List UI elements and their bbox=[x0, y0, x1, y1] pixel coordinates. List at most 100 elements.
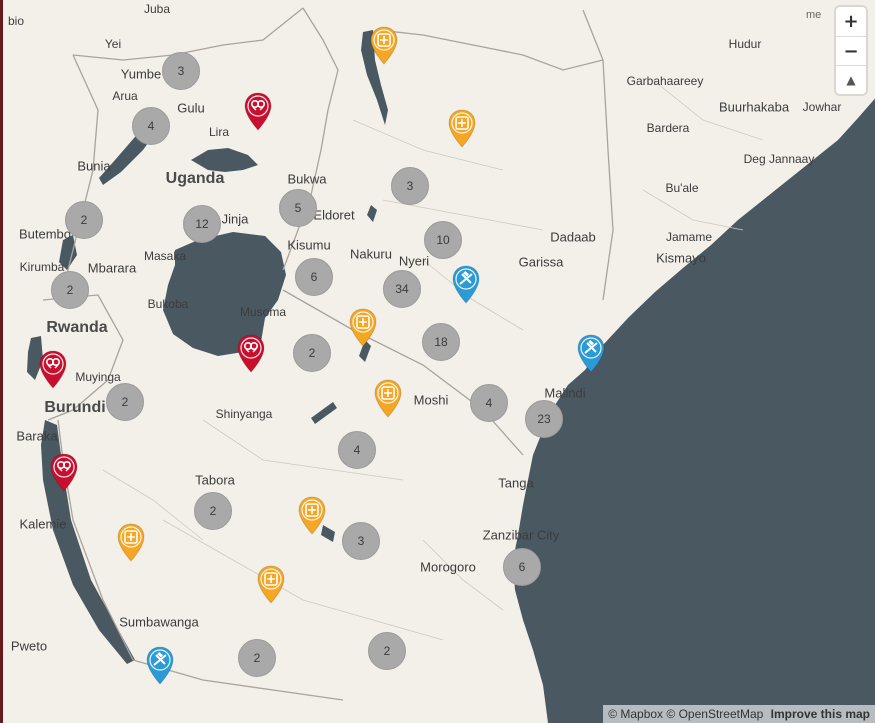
map-navigation-control: + − ▲ bbox=[836, 7, 866, 94]
place-label-garissa: Garissa bbox=[518, 254, 564, 270]
cluster-marker[interactable]: 2 bbox=[65, 201, 103, 239]
place-label-deg-jannaay: Deg Jannaay bbox=[743, 152, 815, 166]
aid-marker[interactable] bbox=[145, 646, 175, 686]
lake-eyasi bbox=[311, 402, 337, 424]
place-label-jamame: Jamame bbox=[665, 230, 713, 244]
lake-kyoga bbox=[191, 148, 258, 172]
place-label-bukwa: Bukwa bbox=[287, 171, 327, 187]
cluster-marker[interactable]: 4 bbox=[470, 384, 508, 422]
place-label-bio: bio bbox=[7, 14, 25, 28]
attribution-osm-link[interactable]: © OpenStreetMap bbox=[666, 707, 763, 721]
place-label-gulu: Gulu bbox=[177, 100, 205, 116]
place-label-kismayo: Kismayo bbox=[656, 250, 706, 266]
place-label-bu-ale: Bu'ale bbox=[665, 181, 699, 195]
place-label-nakuru: Nakuru bbox=[350, 246, 392, 262]
cross-icon bbox=[117, 523, 145, 562]
place-label-hudur: Hudur bbox=[728, 37, 762, 51]
place-label-nyeri: Nyeri bbox=[398, 253, 430, 269]
place-label-yumbe: Yumbe bbox=[120, 66, 162, 82]
cross-marker[interactable] bbox=[116, 523, 146, 563]
cluster-marker[interactable]: 4 bbox=[132, 107, 170, 145]
cluster-marker[interactable]: 10 bbox=[424, 221, 462, 259]
cross-icon bbox=[370, 26, 398, 65]
cross-marker[interactable] bbox=[348, 308, 378, 348]
cross-icon bbox=[298, 496, 326, 535]
rights-marker[interactable] bbox=[49, 453, 79, 493]
zoom-in-button[interactable]: + bbox=[836, 7, 866, 36]
place-label-masaka: Masaka bbox=[143, 249, 187, 263]
place-label-dadaab: Dadaab bbox=[550, 229, 596, 245]
rights-marker[interactable] bbox=[38, 350, 68, 390]
place-label-morogoro: Morogoro bbox=[420, 559, 476, 575]
place-label-kirumba: Kirumba bbox=[19, 260, 65, 274]
rights-marker[interactable] bbox=[243, 92, 273, 132]
cross-marker[interactable] bbox=[297, 496, 327, 536]
cluster-marker[interactable]: 2 bbox=[368, 632, 406, 670]
map-attribution: © Mapbox © OpenStreetMap Improve this ma… bbox=[603, 705, 875, 723]
cluster-marker[interactable]: 3 bbox=[342, 522, 380, 560]
place-label-garbahaareey: Garbahaareey bbox=[626, 74, 704, 88]
place-label-muyinga: Muyinga bbox=[75, 370, 121, 384]
cluster-marker[interactable]: 23 bbox=[525, 400, 563, 438]
cluster-marker[interactable]: 6 bbox=[503, 548, 541, 586]
cross-marker[interactable] bbox=[373, 379, 403, 419]
cluster-marker[interactable]: 2 bbox=[238, 639, 276, 677]
cluster-marker[interactable]: 18 bbox=[422, 323, 460, 361]
cluster-marker[interactable]: 2 bbox=[106, 383, 144, 421]
cross-icon bbox=[257, 565, 285, 604]
cluster-marker[interactable]: 34 bbox=[383, 270, 421, 308]
rights-icon bbox=[39, 350, 67, 389]
aid-marker[interactable] bbox=[451, 265, 481, 305]
place-label-baraka: Baraka bbox=[16, 428, 58, 444]
aid-icon bbox=[577, 334, 605, 373]
place-label-juba: Juba bbox=[143, 2, 171, 16]
place-label-lira: Lira bbox=[208, 125, 230, 139]
place-label-tanga: Tanga bbox=[498, 475, 534, 491]
cluster-marker[interactable]: 12 bbox=[183, 205, 221, 243]
rights-icon bbox=[50, 453, 78, 492]
place-label-moshi: Moshi bbox=[413, 392, 449, 408]
improve-map-link[interactable]: Improve this map bbox=[771, 707, 870, 721]
rights-marker[interactable] bbox=[236, 334, 266, 374]
map[interactable]: Juba Yei Yumbe Arua Gulu Lira Uganda Bunia Butem… bbox=[0, 0, 875, 723]
cluster-marker[interactable]: 4 bbox=[338, 431, 376, 469]
cluster-marker[interactable]: 6 bbox=[295, 258, 333, 296]
cluster-marker[interactable]: 2 bbox=[51, 271, 89, 309]
place-label-bukoba: Bukoba bbox=[147, 297, 189, 311]
border-kenya-tanzania bbox=[282, 289, 524, 456]
zoom-out-button[interactable]: − bbox=[836, 36, 866, 65]
cross-icon bbox=[374, 379, 402, 418]
aid-marker[interactable] bbox=[576, 334, 606, 374]
attribution-mapbox-link[interactable]: © Mapbox bbox=[608, 707, 663, 721]
cluster-marker[interactable]: 2 bbox=[293, 334, 331, 372]
place-label-uganda: Uganda bbox=[165, 170, 225, 187]
lake-baringo bbox=[367, 205, 377, 222]
border-kenya-somalia bbox=[582, 9, 614, 301]
place-label-eldoret: Eldoret bbox=[313, 207, 355, 223]
aid-icon bbox=[146, 646, 174, 685]
cluster-marker[interactable]: 3 bbox=[391, 167, 429, 205]
place-label-jowhar: Jowhar bbox=[802, 100, 842, 114]
place-label-bunia: Bunia bbox=[77, 158, 111, 174]
place-label-shinyanga: Shinyanga bbox=[215, 407, 273, 421]
place-label-butembo: Butembo bbox=[18, 226, 72, 242]
place-label-musoma: Musoma bbox=[239, 305, 287, 319]
place-label-buurhakaba: Buurhakaba bbox=[718, 99, 790, 115]
place-label-rwanda: Rwanda bbox=[46, 319, 108, 336]
cluster-marker[interactable]: 3 bbox=[162, 52, 200, 90]
cluster-marker[interactable]: 2 bbox=[194, 492, 232, 530]
place-label-burundi: Burundi bbox=[44, 399, 106, 416]
place-label-mbarara: Mbarara bbox=[87, 260, 137, 276]
place-label-tabora: Tabora bbox=[195, 472, 235, 488]
place-label-malindi: Malindi bbox=[544, 385, 586, 401]
cluster-marker[interactable]: 5 bbox=[279, 189, 317, 227]
broken-image-icon: me bbox=[806, 9, 822, 21]
cross-marker[interactable] bbox=[447, 109, 477, 149]
rights-icon bbox=[237, 334, 265, 373]
rights-icon bbox=[244, 92, 272, 131]
cross-marker[interactable] bbox=[256, 565, 286, 605]
compass-reset-button[interactable]: ▲ bbox=[836, 65, 866, 94]
cross-marker[interactable] bbox=[369, 26, 399, 66]
place-label-bardera: Bardera bbox=[646, 121, 690, 135]
place-label-zanzibar-city: Zanzibar City bbox=[482, 527, 560, 543]
